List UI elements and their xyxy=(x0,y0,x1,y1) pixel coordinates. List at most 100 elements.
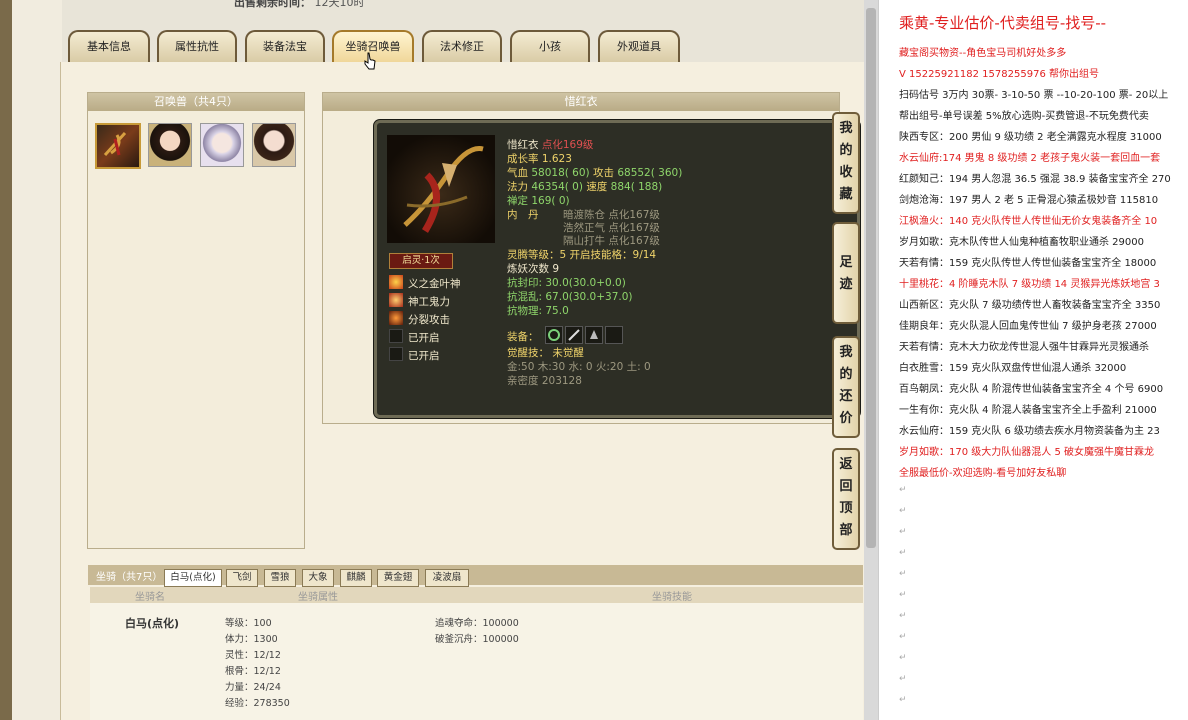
ad-line: 天若有情：克木大力砍龙传世混人强牛甘霖异光灵猴通杀 xyxy=(899,342,1149,353)
ad-line: 江枫渔火：140 克火队传世人传世仙无价女鬼装备齐全 10 xyxy=(899,216,1158,227)
pet-portrait xyxy=(387,135,495,243)
mount-stat: 体力：1300 xyxy=(225,634,278,645)
skill-slot-empty[interactable] xyxy=(389,347,403,361)
scrollbar-thumb[interactable] xyxy=(866,8,876,548)
skill-name: 神工鬼力 xyxy=(408,296,450,308)
col-mount-name: 坐骑名 xyxy=(135,592,165,603)
sale-time: 出售剩余时间： 12天10时 xyxy=(234,0,365,10)
return-arrow-icon: ↵ xyxy=(899,695,907,705)
mount-stat: 等级：100 xyxy=(225,618,272,629)
tab-spells[interactable]: 法术修正 xyxy=(422,30,502,62)
left-window-edge xyxy=(0,0,12,720)
ad-line: 一生有你：克火队 4 阶混人装备宝宝齐全上手盈利 21000 xyxy=(899,405,1157,416)
col-mount-skill: 坐骑技能 xyxy=(652,592,692,603)
mount-table-body: 白马(点化) 等级：100 体力：1300 灵性：12/12 根骨：12/12 … xyxy=(90,603,863,720)
mount-tab[interactable]: 白马(点化) xyxy=(164,569,222,587)
pet-resist-physical: 抗物理: 75.0 xyxy=(507,305,569,317)
ad-title: 乘黄-专业估价-代卖组号-找号-- xyxy=(899,14,1107,32)
tab-equipment[interactable]: 装备法宝 xyxy=(245,30,325,62)
tab-children[interactable]: 小孩 xyxy=(510,30,590,62)
ad-line: 佳期良年：克火队混人回血鬼传世仙 7 级护身老孩 27000 xyxy=(899,321,1157,332)
skill-icon[interactable] xyxy=(389,293,403,307)
pet-mp-spd: 法力 46354( 0) 速度 884( 188) xyxy=(507,181,663,193)
mount-skill: 破釜沉舟：100000 xyxy=(435,634,519,645)
my-counteroffer-button[interactable]: 我的还价 xyxy=(832,336,860,438)
ad-line: 全服最低价-欢迎选购-看号加好友私聊 xyxy=(899,468,1067,479)
ad-line: 藏宝阁买物资--角色宝马司机好处多多 xyxy=(899,48,1067,59)
mount-tab[interactable]: 黄金翅 xyxy=(377,569,419,587)
mount-stat: 根骨：12/12 xyxy=(225,666,281,677)
mount-stat: 经验：278350 xyxy=(225,698,290,709)
return-arrow-icon: ↵ xyxy=(899,674,907,684)
skill-icon[interactable] xyxy=(389,275,403,289)
ad-line: 剑炮沧海：197 男人 2 老 5 正骨混心猿孟极妙音 115810 xyxy=(899,195,1159,206)
tab-appearance[interactable]: 外观道具 xyxy=(598,30,680,62)
ad-line: 天若有情：159 克火队传世人传世仙装备宝宝齐全 18000 xyxy=(899,258,1157,269)
ad-line: 水云仙府:174 男鬼 8 级功绩 2 老孩子鬼火装一套回血一套 xyxy=(899,153,1161,164)
skill-slot-empty[interactable] xyxy=(389,329,403,343)
equip-slot-icon[interactable] xyxy=(545,326,563,344)
pet-hp-atk: 气血 58018( 60) 攻击 68552( 360) xyxy=(507,167,683,179)
ad-text-panel: 乘黄-专业估价-代卖组号-找号-- 藏宝阁买物资--角色宝马司机好处多多 V 15… xyxy=(878,0,1188,720)
equip-slot-icon[interactable] xyxy=(565,326,583,344)
left-background-strip xyxy=(12,0,62,720)
ad-line: 扫码估号 3万内 30票- 3-10-50 票 --10-20-100 票- 2… xyxy=(899,90,1169,101)
back-to-top-button[interactable]: 返回顶部 xyxy=(832,448,860,550)
ad-line: 山西新区：克火队 7 级功绩传世人畜牧装备宝宝齐全 3350 xyxy=(899,300,1161,311)
mount-tab[interactable]: 麒麟 xyxy=(340,569,372,587)
pet-neidan-3: 隔山打牛 点化167级 xyxy=(563,235,660,247)
ad-line: 百鸟朝凤：克火队 4 阶混传世仙装备宝宝齐全 4 个号 6900 xyxy=(899,384,1164,395)
return-arrow-icon: ↵ xyxy=(899,611,907,621)
mount-name: 白马(点化) xyxy=(125,617,180,630)
pet-resist-chaos: 抗混乱: 67.0(30.0+37.0) xyxy=(507,291,633,303)
sale-time-label: 出售剩余时间： xyxy=(234,0,311,9)
return-arrow-icon: ↵ xyxy=(899,632,907,642)
skill-slot-status: 已开启 xyxy=(408,350,440,362)
mount-tab[interactable]: 大象 xyxy=(302,569,334,587)
ad-line: 陕西专区：200 男仙 9 级功绩 2 老全满露克水程度 31000 xyxy=(899,132,1162,143)
pet-resist-seal: 抗封印: 30.0(30.0+0.0) xyxy=(507,277,626,289)
footprint-button[interactable]: 足迹 xyxy=(832,222,860,324)
mount-stat: 力量：24/24 xyxy=(225,682,281,693)
pet-awakening: 觉醒技： 未觉醒 xyxy=(507,347,584,359)
pet-lianyao: 炼妖次数 9 xyxy=(507,263,560,275)
mount-tab[interactable]: 雪狼 xyxy=(264,569,296,587)
return-arrow-icon: ↵ xyxy=(899,485,907,495)
ad-line: 帮出组号-单号误差 5%放心选购-买费管退-不玩免费代卖 xyxy=(899,111,1149,122)
my-favorites-button[interactable]: 我的收藏 xyxy=(832,112,860,214)
ad-line: 十里桃花：4 阶睡克木队 7 级功绩 14 灵猴异光炼妖地宫 3 xyxy=(899,279,1160,290)
pet-info-card: 惜红衣 点化169级 成长率 1.623 气血 58018( 60) 攻击 68… xyxy=(374,120,860,418)
pet-elements: 金:50 木:30 水: 0 火:20 土: 0 xyxy=(507,361,651,373)
pet-refine-level: 点化169级 xyxy=(541,139,594,151)
summon-list-title: 召唤兽（共4只） xyxy=(88,93,304,111)
tab-basic-info[interactable]: 基本信息 xyxy=(68,30,150,62)
equip-slot-icon[interactable] xyxy=(585,326,603,344)
mount-skill: 追魂夺命：100000 xyxy=(435,618,519,629)
pet-zen: 禅定 169( 0) xyxy=(507,195,570,207)
ad-line: 红颜知己：194 男人忽混 36.5 强混 38.9 装备宝宝齐全 270 xyxy=(899,174,1171,185)
summon-list-panel: 召唤兽（共4只） xyxy=(87,92,305,549)
pet-equip-label: 装备： xyxy=(507,331,539,343)
pet-thumbnail[interactable] xyxy=(148,123,192,167)
pet-thumbnail[interactable] xyxy=(200,123,244,167)
return-arrow-icon: ↵ xyxy=(899,653,907,663)
mount-count-label: 坐骑（共7只） xyxy=(96,572,163,583)
return-arrow-icon: ↵ xyxy=(899,569,907,579)
ad-line: 白衣胜雪：159 克火队双盘传世仙混人通杀 32000 xyxy=(899,363,1127,374)
pet-neidan-label: 内 丹 xyxy=(507,209,539,221)
skill-icon[interactable] xyxy=(389,311,403,325)
mount-tab[interactable]: 飞剑 xyxy=(226,569,258,587)
ad-line: 水云仙府：159 克火队 6 级功绩去疾水月物资装备为主 23 xyxy=(899,426,1160,437)
equip-slot-empty[interactable] xyxy=(605,326,623,344)
tab-attributes[interactable]: 属性抗性 xyxy=(157,30,237,62)
pet-growth: 成长率 1.623 xyxy=(507,153,572,165)
pet-thumbnail[interactable] xyxy=(95,123,141,169)
col-mount-attr: 坐骑属性 xyxy=(298,592,338,603)
return-arrow-icon: ↵ xyxy=(899,548,907,558)
mouse-cursor-icon xyxy=(364,52,376,70)
mount-tab[interactable]: 凌波扇 xyxy=(425,569,469,587)
mount-stat: 灵性：12/12 xyxy=(225,650,281,661)
pet-thumbnail[interactable] xyxy=(252,123,296,167)
pet-lingteng: 灵腾等级：5 开启技能格：9/14 xyxy=(507,249,657,261)
return-arrow-icon: ↵ xyxy=(899,506,907,516)
